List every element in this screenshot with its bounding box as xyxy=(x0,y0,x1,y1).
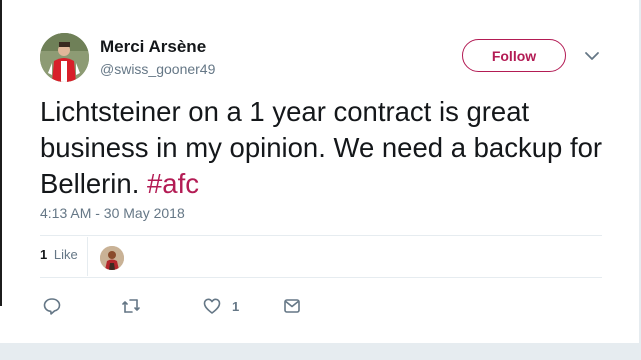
author-avatar[interactable] xyxy=(40,33,89,82)
heart-icon xyxy=(203,298,221,314)
tweet-text: Lichtsteiner on a 1 year contract is gre… xyxy=(40,94,620,202)
liker-avatar[interactable] xyxy=(100,246,124,270)
hashtag-link[interactable]: #afc xyxy=(147,168,199,199)
stats-separator xyxy=(87,237,88,276)
chevron-down-icon[interactable] xyxy=(583,47,601,65)
direct-message-button[interactable] xyxy=(283,296,301,316)
like-button[interactable]: 1 xyxy=(202,296,239,316)
direct-message-icon xyxy=(284,299,300,313)
like-count: 1 xyxy=(232,298,240,314)
retweet-button[interactable] xyxy=(120,296,142,316)
divider xyxy=(40,277,602,278)
author-display-name[interactable]: Merci Arsène xyxy=(100,37,206,57)
like-stat-label: Like xyxy=(53,247,78,262)
tweet-timestamp[interactable]: 4:13 AM - 30 May 2018 xyxy=(40,205,185,221)
tweet-card: Merci Arsène @swiss_gooner49 Follow Lich… xyxy=(0,0,640,344)
reply-button[interactable] xyxy=(42,296,62,316)
window-edge xyxy=(0,0,2,306)
reply-icon xyxy=(43,298,61,315)
author-handle[interactable]: @swiss_gooner49 xyxy=(100,61,215,77)
like-stat-count: 1 xyxy=(40,247,48,262)
tweet-body: Lichtsteiner on a 1 year contract is gre… xyxy=(40,96,603,199)
follow-button[interactable]: Follow xyxy=(462,39,566,72)
divider xyxy=(40,235,602,236)
retweet-icon xyxy=(122,299,140,313)
like-stats[interactable]: 1 Like xyxy=(40,247,78,262)
